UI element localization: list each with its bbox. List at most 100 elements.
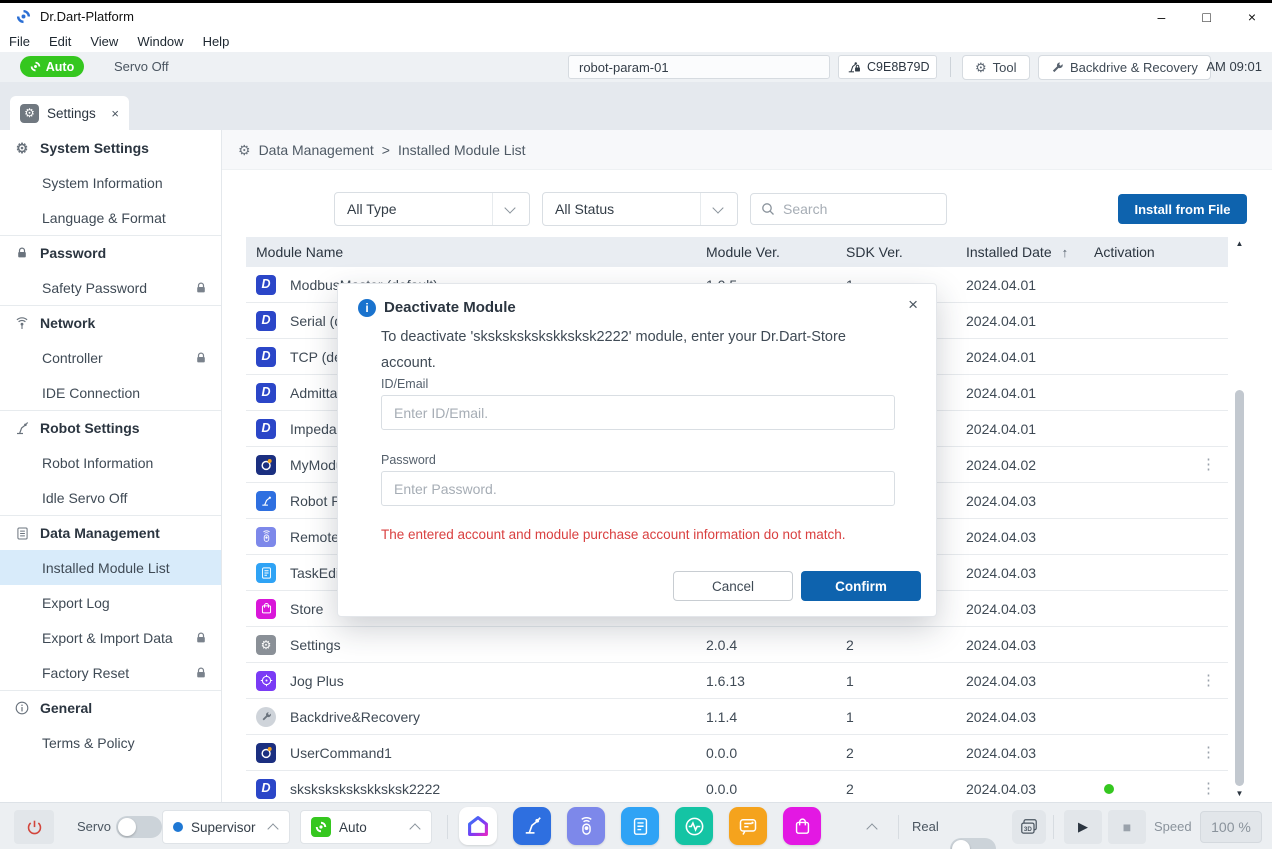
table-row[interactable]: Backdrive&Recovery1.1.412024.04.03 bbox=[246, 699, 1228, 735]
tab-close-icon[interactable]: × bbox=[111, 106, 119, 121]
task-editor-app-icon[interactable] bbox=[621, 807, 659, 845]
dialog-title: Deactivate Module bbox=[384, 299, 516, 316]
scroll-down-icon[interactable]: ▼ bbox=[1233, 789, 1246, 798]
breadcrumb-section[interactable]: Data Management bbox=[259, 142, 374, 158]
sidebar-section-robot-settings[interactable]: Robot Settings bbox=[0, 410, 221, 445]
menu-help[interactable]: Help bbox=[203, 34, 230, 49]
id-email-label: ID/Email bbox=[381, 377, 428, 391]
monitor-app-icon[interactable] bbox=[675, 807, 713, 845]
task-module-icon bbox=[256, 563, 276, 583]
menu-view[interactable]: View bbox=[90, 34, 118, 49]
activation-dot bbox=[1104, 784, 1114, 794]
module-version: 0.0.0 bbox=[696, 745, 836, 761]
sidebar-section-general[interactable]: General bbox=[0, 690, 221, 725]
sidebar-item-system-information[interactable]: System Information bbox=[0, 165, 221, 200]
sidebar-section-data-management[interactable]: Data Management bbox=[0, 515, 221, 550]
jog-module-icon bbox=[256, 671, 276, 691]
col-installed-date[interactable]: Installed Date ↑ bbox=[956, 244, 1084, 260]
robot-param-input[interactable] bbox=[568, 55, 830, 79]
install-from-file-button[interactable]: Install from File bbox=[1118, 194, 1247, 224]
device-id-chip[interactable]: C9E8B79D bbox=[838, 55, 937, 79]
cancel-button[interactable]: Cancel bbox=[673, 571, 793, 601]
power-button[interactable] bbox=[14, 810, 54, 844]
store-app-icon[interactable] bbox=[783, 807, 821, 845]
home-app-icon[interactable] bbox=[459, 807, 497, 845]
lock-icon bbox=[14, 247, 30, 259]
speed-value[interactable]: 100 % bbox=[1200, 811, 1262, 843]
sidebar-item-ide-connection[interactable]: IDE Connection bbox=[0, 375, 221, 410]
sidebar-item-robot-information[interactable]: Robot Information bbox=[0, 445, 221, 480]
sidebar-item-language-format[interactable]: Language & Format bbox=[0, 200, 221, 235]
id-email-field[interactable] bbox=[381, 395, 895, 430]
search-input[interactable] bbox=[783, 201, 936, 217]
maximize-button[interactable]: □ bbox=[1202, 9, 1210, 25]
tab-settings[interactable]: ⚙ Settings × bbox=[10, 96, 129, 130]
row-menu-icon[interactable]: ⋮ bbox=[1201, 673, 1216, 688]
col-module-name[interactable]: Module Name bbox=[246, 244, 696, 260]
col-module-ver[interactable]: Module Ver. bbox=[696, 244, 836, 260]
dialog-close-icon[interactable]: × bbox=[908, 295, 918, 315]
3d-view-button[interactable]: 3D bbox=[1012, 810, 1046, 844]
user-role-dropdown[interactable]: Supervisor bbox=[162, 810, 290, 844]
table-row[interactable]: ⚙Settings2.0.422024.04.03 bbox=[246, 627, 1228, 663]
message-app-icon[interactable] bbox=[729, 807, 767, 845]
backdrive-recovery-button[interactable]: Backdrive & Recovery bbox=[1038, 55, 1211, 80]
table-row[interactable]: Dskskskskskskksksk22220.0.022024.04.03⋮ bbox=[246, 771, 1228, 802]
mode-dropdown[interactable]: Auto bbox=[300, 810, 432, 844]
sidebar-item-terms-policy[interactable]: Terms & Policy bbox=[0, 725, 221, 760]
sidebar-item-idle-servo-off[interactable]: Idle Servo Off bbox=[0, 480, 221, 515]
play-button[interactable]: ▶ bbox=[1064, 810, 1102, 844]
module-version: 2.0.4 bbox=[696, 637, 836, 653]
sidebar-section-system-settings[interactable]: ⚙System Settings bbox=[0, 130, 221, 165]
table-row[interactable]: UserCommand10.0.022024.04.03⋮ bbox=[246, 735, 1228, 771]
sidebar-item-factory-reset[interactable]: Factory Reset bbox=[0, 655, 221, 690]
play-icon: ▶ bbox=[1078, 819, 1088, 835]
sort-asc-icon[interactable]: ↑ bbox=[1062, 245, 1069, 260]
sidebar-item-export-log[interactable]: Export Log bbox=[0, 585, 221, 620]
password-field[interactable] bbox=[381, 471, 895, 506]
dock-collapse-icon[interactable] bbox=[866, 823, 877, 834]
table-row[interactable]: Jog Plus1.6.1312024.04.03⋮ bbox=[246, 663, 1228, 699]
breadcrumb-page: Installed Module List bbox=[398, 142, 526, 158]
search-box[interactable] bbox=[750, 193, 947, 225]
menu-edit[interactable]: Edit bbox=[49, 34, 71, 49]
sidebar-item-installed-module-list[interactable]: Installed Module List bbox=[0, 550, 221, 585]
table-scrollbar[interactable]: ▲ ▼ bbox=[1233, 237, 1246, 800]
minimize-button[interactable]: – bbox=[1158, 9, 1166, 25]
row-menu-icon[interactable]: ⋮ bbox=[1201, 457, 1216, 472]
network-icon bbox=[14, 316, 30, 330]
gear-icon: ⚙ bbox=[975, 61, 987, 74]
close-button[interactable]: × bbox=[1248, 9, 1256, 25]
sidebar-section-network[interactable]: Network bbox=[0, 305, 221, 340]
col-activation[interactable]: Activation bbox=[1084, 244, 1228, 260]
servo-label: Servo bbox=[77, 803, 111, 849]
password-label: Password bbox=[381, 453, 436, 467]
installed-date: 2024.04.03 bbox=[956, 493, 1084, 509]
sdk-version: 1 bbox=[836, 673, 956, 689]
stop-button[interactable]: ■ bbox=[1108, 810, 1146, 844]
real-sim-toggle[interactable] bbox=[950, 838, 996, 849]
pendant-app-icon[interactable] bbox=[567, 807, 605, 845]
servo-toggle[interactable] bbox=[116, 816, 162, 838]
menu-window[interactable]: Window bbox=[137, 34, 183, 49]
scroll-up-icon[interactable]: ▲ bbox=[1233, 239, 1246, 248]
menu-file[interactable]: File bbox=[9, 34, 30, 49]
type-filter-dropdown[interactable]: All Type bbox=[334, 192, 530, 226]
sidebar-item-safety-password[interactable]: Safety Password bbox=[0, 270, 221, 305]
scrollbar-thumb[interactable] bbox=[1235, 390, 1244, 786]
row-menu-icon[interactable]: ⋮ bbox=[1201, 781, 1216, 796]
sidebar-section-password[interactable]: Password bbox=[0, 235, 221, 270]
auto-mode-badge[interactable]: Auto bbox=[20, 56, 84, 77]
module-name: Store bbox=[290, 601, 323, 617]
table-header: Module Name Module Ver. SDK Ver. Install… bbox=[246, 237, 1228, 267]
settings-module-icon: ⚙ bbox=[256, 635, 276, 655]
installed-date: 2024.04.01 bbox=[956, 421, 1084, 437]
sidebar-item-controller[interactable]: Controller bbox=[0, 340, 221, 375]
sidebar-item-export-import-data[interactable]: Export & Import Data bbox=[0, 620, 221, 655]
confirm-button[interactable]: Confirm bbox=[801, 571, 921, 601]
robot-arm-app-icon[interactable] bbox=[513, 807, 551, 845]
col-sdk-ver[interactable]: SDK Ver. bbox=[836, 244, 956, 260]
row-menu-icon[interactable]: ⋮ bbox=[1201, 745, 1216, 760]
tool-button[interactable]: ⚙ Tool bbox=[962, 55, 1030, 80]
status-filter-dropdown[interactable]: All Status bbox=[542, 192, 738, 226]
